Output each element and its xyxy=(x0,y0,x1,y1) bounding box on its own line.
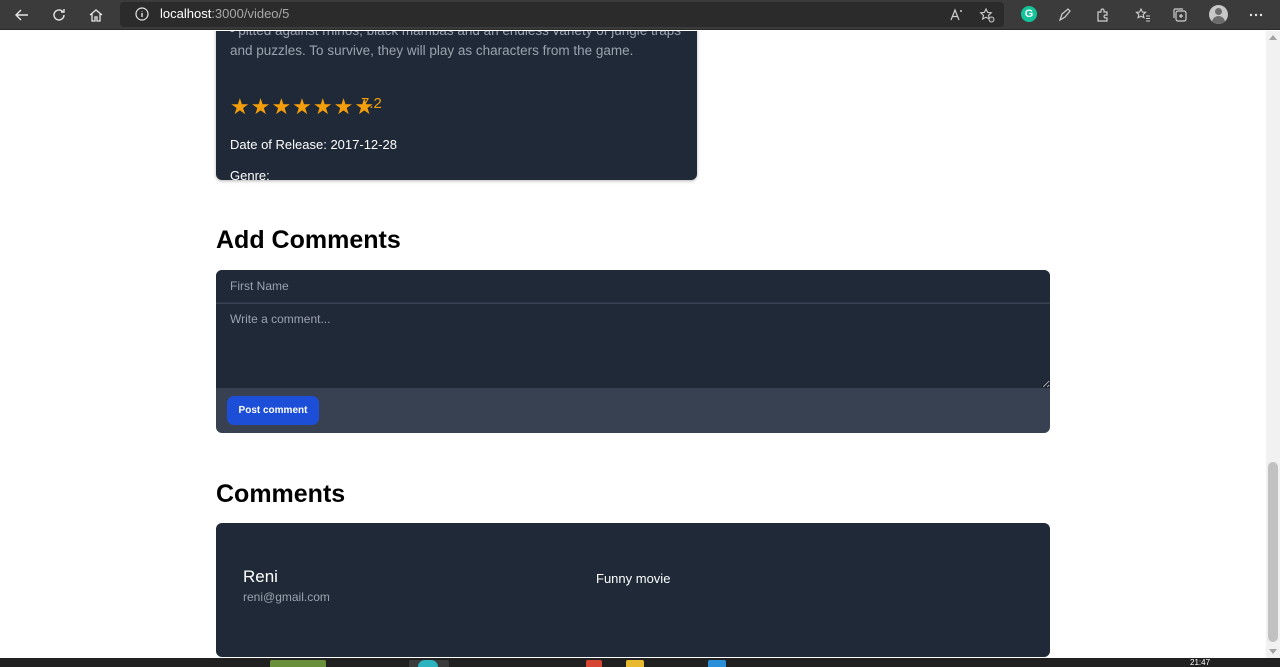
scrollbar-thumb[interactable] xyxy=(1268,462,1278,642)
pen-icon xyxy=(1058,8,1071,22)
info-icon[interactable] xyxy=(134,6,150,22)
taskbar-clock: 21:47 xyxy=(1190,658,1211,667)
star-add-icon xyxy=(979,7,995,23)
url-host: localhost xyxy=(160,6,212,21)
movie-description: - pitted against rhinos, black mambas an… xyxy=(230,31,681,58)
os-taskbar: 21:47 xyxy=(0,658,1280,667)
scroll-down-arrow-icon[interactable] xyxy=(1269,649,1277,654)
comment-textarea[interactable] xyxy=(216,304,1050,388)
extensions-button[interactable] xyxy=(1091,3,1115,27)
taskbar-app-icon[interactable] xyxy=(626,660,644,667)
refresh-button[interactable] xyxy=(47,3,71,27)
comment-author-name: Reni xyxy=(243,567,278,586)
post-comment-button[interactable]: Post comment xyxy=(227,396,319,425)
url-path: :3000/video/5 xyxy=(211,6,290,21)
arrow-left-icon xyxy=(15,9,28,21)
comment-author-email: reni@gmail.com xyxy=(243,590,330,604)
more-menu-button[interactable] xyxy=(1244,3,1268,27)
profile-avatar[interactable] xyxy=(1209,5,1228,24)
add-comments-heading: Add Comments xyxy=(216,226,401,254)
scroll-up-arrow-icon[interactable] xyxy=(1269,35,1277,40)
ellipsis-icon xyxy=(1249,13,1263,17)
comment-card: Reni reni@gmail.com Funny movie xyxy=(216,523,1050,657)
read-aloud-button[interactable] xyxy=(945,3,969,27)
favorites-list-icon xyxy=(1135,7,1150,22)
page-viewport: - pitted against rhinos, black mambas an… xyxy=(0,31,1266,658)
taskbar-thumbnail[interactable] xyxy=(270,660,326,667)
release-date: Date of Release: 2017-12-28 xyxy=(230,137,397,152)
taskbar-app-icon[interactable] xyxy=(586,660,602,667)
back-button[interactable] xyxy=(10,3,34,27)
comments-heading: Comments xyxy=(216,480,346,508)
home-button[interactable] xyxy=(84,3,108,27)
read-aloud-icon xyxy=(950,8,962,21)
home-icon xyxy=(89,9,103,22)
collections-button[interactable] xyxy=(1168,3,1192,27)
first-name-input[interactable] xyxy=(216,270,1050,303)
genre-label: Genre: xyxy=(230,168,270,183)
puzzle-icon xyxy=(1097,8,1108,22)
comment-text: Funny movie xyxy=(596,571,671,586)
rating-value: 7.2 xyxy=(361,95,382,112)
refresh-icon xyxy=(53,9,65,21)
favorite-add-button[interactable] xyxy=(975,3,999,27)
url-text[interactable]: localhost:3000/video/5 xyxy=(160,6,289,21)
comment-form: Post comment xyxy=(216,270,1050,433)
page-scrollbar[interactable] xyxy=(1266,31,1280,658)
collections-icon xyxy=(1173,8,1187,22)
browser-toolbar: localhost:3000/video/5 G xyxy=(0,0,1280,30)
taskbar-app-icon[interactable] xyxy=(708,660,726,667)
favorites-button[interactable] xyxy=(1131,3,1155,27)
taskbar-app-icon[interactable] xyxy=(418,660,438,667)
rating-stars: ★★★★★★★ xyxy=(230,94,376,119)
grammarly-extension-icon[interactable]: G xyxy=(1021,6,1037,22)
movie-details-card: - pitted against rhinos, black mambas an… xyxy=(216,31,697,183)
address-bar[interactable]: localhost:3000/video/5 xyxy=(120,2,1004,27)
pen-extension-button[interactable] xyxy=(1053,3,1077,27)
